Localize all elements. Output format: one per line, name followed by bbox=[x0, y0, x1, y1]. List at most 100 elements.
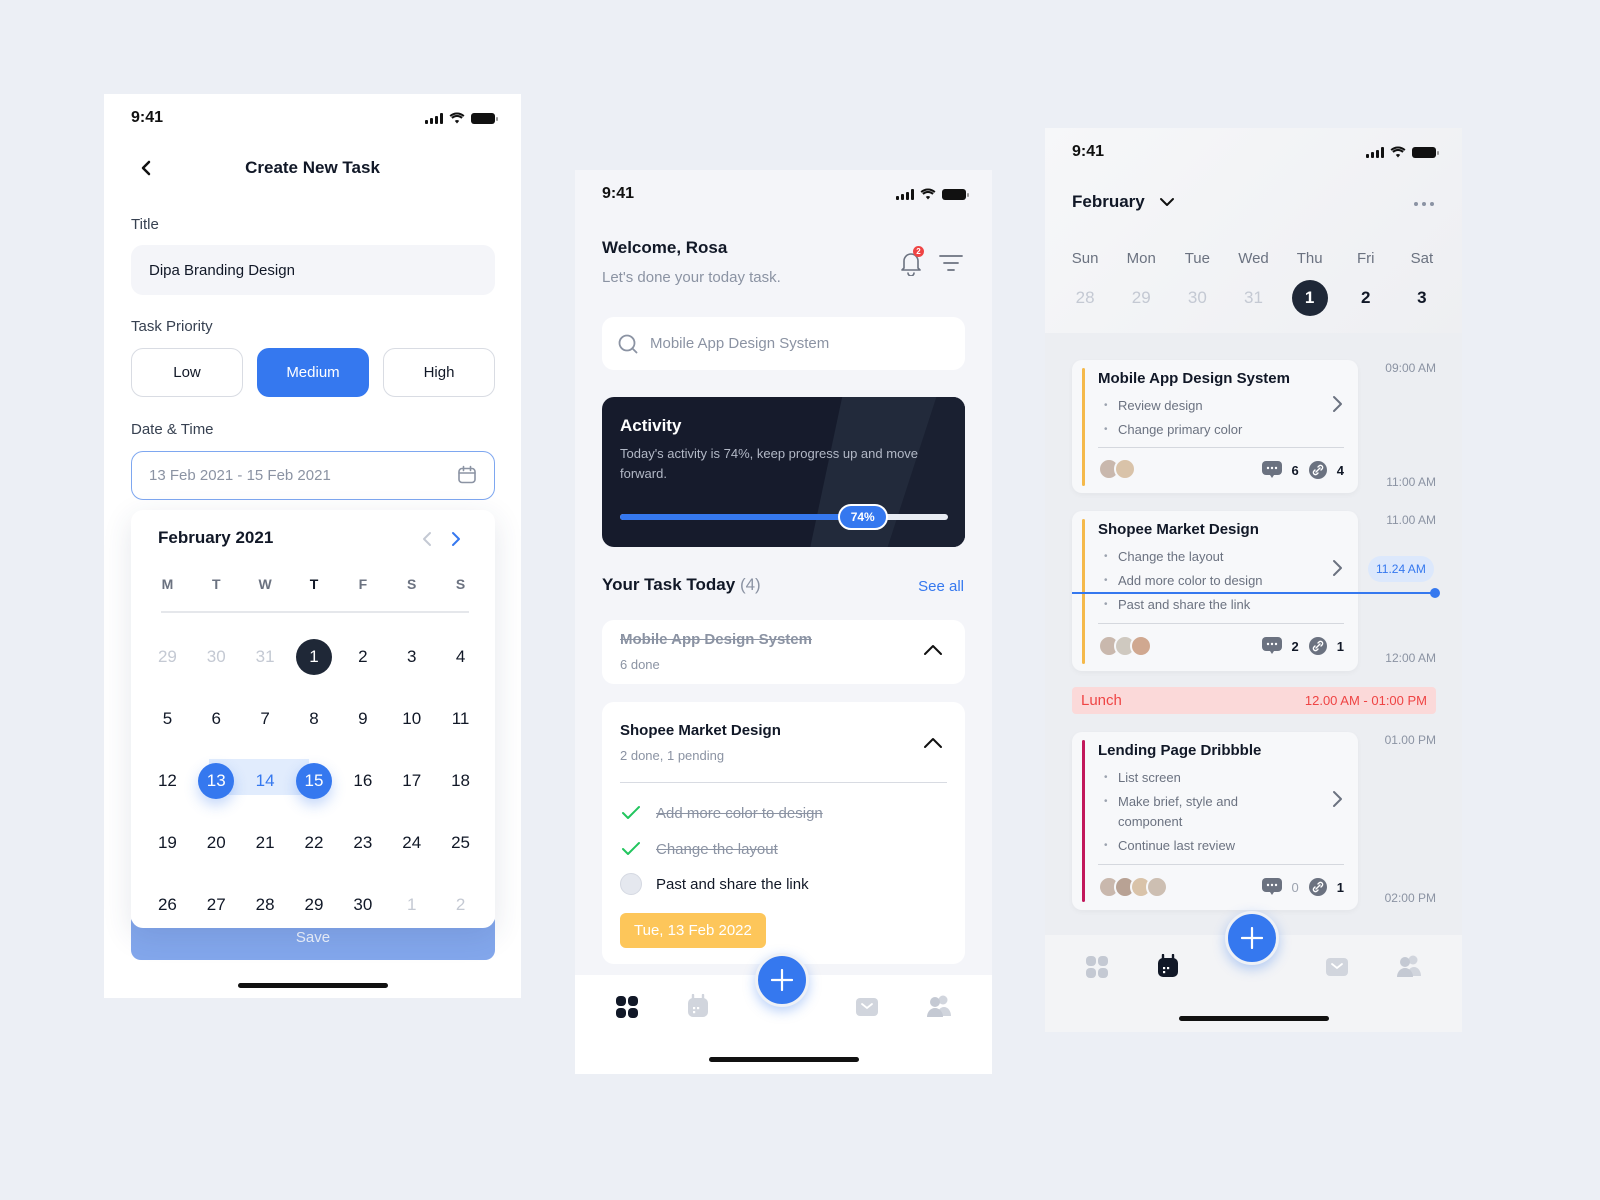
day-number: 26 bbox=[157, 895, 177, 914]
chevron-right-icon[interactable] bbox=[1332, 559, 1344, 577]
title-input[interactable] bbox=[131, 245, 495, 295]
chevron-up-icon[interactable] bbox=[923, 737, 943, 749]
unchecked-radio[interactable] bbox=[620, 873, 642, 895]
event-card[interactable]: Mobile App Design System Review design C… bbox=[1072, 360, 1358, 493]
date-range-input[interactable]: 13 Feb 2021 - 15 Feb 2021 bbox=[131, 451, 495, 500]
tasks-heading: Your Task Today (4) bbox=[602, 575, 761, 595]
priority-medium-button[interactable]: Medium bbox=[257, 348, 369, 397]
week-day[interactable]: 3 bbox=[1394, 280, 1450, 316]
week-strip: 28 29 30 31 1 2 3 bbox=[1057, 280, 1450, 316]
current-time-line bbox=[1072, 592, 1435, 594]
filter-icon[interactable] bbox=[939, 254, 963, 272]
chevron-right-icon[interactable] bbox=[1332, 395, 1344, 413]
schedule-screen: 9:41 February Sun Mon Tue Wed Thu Fri Sat 28 29… bbox=[1045, 128, 1462, 1032]
calendar-day[interactable]: 24 bbox=[387, 812, 436, 874]
chevron-up-icon[interactable] bbox=[923, 644, 943, 656]
weekday-label: Thu bbox=[1296, 250, 1323, 267]
next-month-icon[interactable] bbox=[446, 530, 464, 548]
calendar-day[interactable]: 2 bbox=[338, 626, 387, 688]
chevron-right-icon[interactable] bbox=[1332, 790, 1344, 808]
calendar-day[interactable]: 16 bbox=[338, 750, 387, 812]
add-event-button[interactable] bbox=[1225, 911, 1279, 965]
month-selector[interactable]: February bbox=[1072, 192, 1175, 212]
calendar-day[interactable]: 30 bbox=[338, 874, 387, 936]
calendar-day[interactable]: 21 bbox=[241, 812, 290, 874]
week-day[interactable]: 2 bbox=[1338, 280, 1394, 316]
calendar-day[interactable]: 6 bbox=[192, 688, 241, 750]
calendar-day[interactable]: 10 bbox=[387, 688, 436, 750]
event-title: Lending Page Dribbble bbox=[1098, 742, 1262, 759]
calendar-day[interactable]: 17 bbox=[387, 750, 436, 812]
calendar-day[interactable]: 26 bbox=[143, 874, 192, 936]
progress-knob[interactable]: 74% bbox=[837, 504, 888, 530]
calendar-day[interactable]: 29 bbox=[290, 874, 339, 936]
event-card[interactable]: Lending Page Dribbble List screen Make b… bbox=[1072, 732, 1358, 910]
tab-dashboard-icon[interactable] bbox=[615, 995, 639, 1019]
signal-icon bbox=[1366, 146, 1384, 158]
calendar-day[interactable]: 2 bbox=[436, 874, 485, 936]
calendar-day[interactable]: 3 bbox=[387, 626, 436, 688]
week-day[interactable]: 28 bbox=[1057, 280, 1113, 316]
week-day[interactable]: 29 bbox=[1113, 280, 1169, 316]
calendar-day[interactable]: 19 bbox=[143, 812, 192, 874]
lunch-block[interactable]: Lunch 12.00 AM - 01:00 PM bbox=[1072, 687, 1436, 714]
calendar-day[interactable]: 31 bbox=[241, 626, 290, 688]
calendar-day[interactable]: 5 bbox=[143, 688, 192, 750]
status-time: 9:41 bbox=[1072, 143, 1105, 160]
add-task-button[interactable] bbox=[755, 953, 809, 1007]
task-card[interactable]: Shopee Market Design 2 done, 1 pending A… bbox=[602, 702, 965, 964]
calendar-day[interactable]: 8 bbox=[290, 688, 339, 750]
calendar-day[interactable]: 27 bbox=[192, 874, 241, 936]
status-icons bbox=[425, 112, 498, 124]
priority-high-button[interactable]: High bbox=[383, 348, 495, 397]
more-options-icon[interactable] bbox=[1414, 202, 1434, 206]
week-day[interactable]: 1 bbox=[1282, 280, 1338, 316]
day-number: 15 bbox=[295, 763, 332, 799]
weekday-header: Sun Mon Tue Wed Thu Fri Sat bbox=[1057, 250, 1450, 267]
calendar-day[interactable]: 29 bbox=[143, 626, 192, 688]
subtask-item[interactable]: Change the layout bbox=[620, 838, 778, 860]
day-number: 11 bbox=[451, 709, 470, 728]
calendar-day[interactable]: 22 bbox=[290, 812, 339, 874]
tab-dashboard-icon[interactable] bbox=[1085, 955, 1109, 979]
tab-mail-icon[interactable] bbox=[1325, 957, 1349, 977]
week-day[interactable]: 31 bbox=[1225, 280, 1281, 316]
search-input[interactable]: Mobile App Design System bbox=[602, 317, 965, 370]
calendar-day[interactable]: 28 bbox=[241, 874, 290, 936]
task-card[interactable]: Mobile App Design System 6 done bbox=[602, 620, 965, 684]
tab-team-icon[interactable] bbox=[926, 994, 952, 1018]
time-label: 11:00 AM bbox=[1386, 475, 1436, 489]
calendar-day[interactable]: 9 bbox=[338, 688, 387, 750]
calendar-day[interactable]: 25 bbox=[436, 812, 485, 874]
tab-calendar-icon[interactable] bbox=[1157, 954, 1179, 978]
see-all-link[interactable]: See all bbox=[918, 578, 964, 595]
tab-mail-icon[interactable] bbox=[855, 997, 879, 1017]
comment-icon bbox=[1261, 461, 1282, 478]
tab-calendar-icon[interactable] bbox=[687, 994, 709, 1018]
calendar-day[interactable]: 20 bbox=[192, 812, 241, 874]
calendar-day[interactable]: 12 bbox=[143, 750, 192, 812]
calendar-day[interactable]: 7 bbox=[241, 688, 290, 750]
event-card[interactable]: Shopee Market Design Change the layout A… bbox=[1072, 511, 1358, 671]
tab-team-icon[interactable] bbox=[1396, 954, 1422, 978]
event-stats: 0 1 bbox=[1261, 878, 1344, 896]
weekday-label: W bbox=[258, 576, 272, 592]
calendar-day[interactable]: 23 bbox=[338, 812, 387, 874]
calendar-day[interactable]: 11 bbox=[436, 688, 485, 750]
event-item: Review design bbox=[1104, 394, 1304, 418]
assignee-avatars bbox=[1098, 458, 1136, 480]
calendar-day[interactable]: 30 bbox=[192, 626, 241, 688]
calendar-icon[interactable] bbox=[457, 465, 477, 485]
prev-month-icon[interactable] bbox=[419, 530, 437, 548]
subtask-item[interactable]: Past and share the link bbox=[620, 873, 809, 895]
calendar-day[interactable]: 1 bbox=[290, 626, 339, 688]
priority-low-button[interactable]: Low bbox=[131, 348, 243, 397]
event-item: Make brief, style and component bbox=[1104, 790, 1254, 834]
subtask-item[interactable]: Add more color to design bbox=[620, 802, 823, 824]
week-day[interactable]: 30 bbox=[1169, 280, 1225, 316]
calendar-day[interactable]: 18 bbox=[436, 750, 485, 812]
link-count: 1 bbox=[1336, 638, 1344, 654]
calendar-day[interactable]: 4 bbox=[436, 626, 485, 688]
wifi-icon bbox=[920, 188, 936, 200]
calendar-day[interactable]: 1 bbox=[387, 874, 436, 936]
